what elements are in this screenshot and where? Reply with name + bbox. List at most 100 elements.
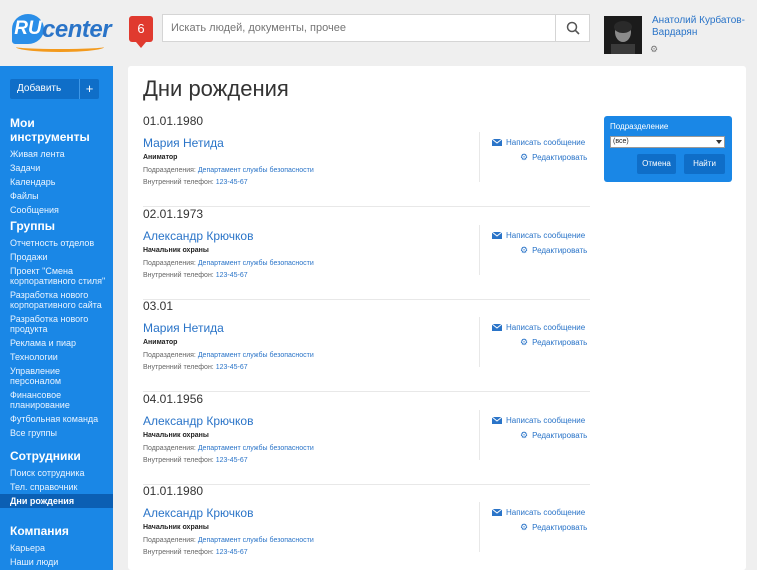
edit-label: Редактировать bbox=[532, 338, 588, 347]
write-message-label: Написать сообщение bbox=[506, 416, 586, 425]
phone-link[interactable]: 123-45-67 bbox=[216, 179, 248, 186]
department-select-value: (все) bbox=[613, 138, 629, 145]
sidebar-item-phonebook[interactable]: Тел. справочник bbox=[10, 480, 113, 494]
write-message-link[interactable]: Написать сообщение bbox=[492, 323, 585, 332]
sidebar-item-employee-search[interactable]: Поиск сотрудника bbox=[10, 466, 113, 480]
phone-link[interactable]: 123-45-67 bbox=[216, 457, 248, 464]
envelope-icon bbox=[492, 417, 502, 424]
birthday-date: 02.01.1973 bbox=[143, 207, 204, 221]
employee-name-link[interactable]: Мария Нетида bbox=[143, 321, 224, 335]
write-message-link[interactable]: Написать сообщение bbox=[492, 508, 585, 517]
write-message-link[interactable]: Написать сообщение bbox=[492, 231, 585, 240]
sidebar-item-group[interactable]: Финансовое планирование bbox=[10, 388, 113, 412]
birthday-card: 04.01.1956 Александр Крючков Начальник о… bbox=[143, 392, 590, 485]
envelope-icon bbox=[492, 232, 502, 239]
dept-link[interactable]: Департамент службы безопасности bbox=[198, 537, 314, 544]
sidebar-item-messages[interactable]: Сообщения bbox=[10, 203, 113, 217]
sidebar-item-group[interactable]: Футбольная команда bbox=[10, 412, 113, 426]
edit-label: Редактировать bbox=[532, 431, 588, 440]
edit-link[interactable]: ⚙ Редактировать bbox=[520, 152, 587, 163]
nav-section-employees: Сотрудники Поиск сотрудника Тел. справоч… bbox=[0, 449, 113, 508]
sidebar-item-group[interactable]: Разработка нового продукта bbox=[10, 312, 113, 336]
write-message-label: Написать сообщение bbox=[506, 323, 586, 332]
phone-link[interactable]: 123-45-67 bbox=[216, 364, 248, 371]
write-message-link[interactable]: Написать сообщение bbox=[492, 138, 585, 147]
find-button[interactable]: Найти bbox=[684, 154, 725, 174]
department-filter: Подразделение (все) Отмена Найти bbox=[604, 116, 732, 182]
employee-phone: Внутренний телефон: 123-45-67 bbox=[143, 549, 248, 556]
envelope-icon bbox=[492, 324, 502, 331]
plus-icon[interactable]: + bbox=[79, 79, 99, 99]
sidebar-item-group[interactable]: Проект "Смена корпоративного стиля" bbox=[10, 264, 113, 288]
sidebar: Добавить + Мои инструменты Живая лента З… bbox=[0, 66, 113, 570]
birthday-date: 03.01 bbox=[143, 299, 174, 313]
phone-link[interactable]: 123-45-67 bbox=[216, 272, 248, 279]
sidebar-item-group[interactable]: Реклама и пиар bbox=[10, 336, 113, 350]
phone-label: Внутренний телефон: bbox=[143, 272, 214, 279]
page-title: Дни рождения bbox=[143, 76, 289, 101]
nav-section-groups: Группы Отчетность отделов Продажи Проект… bbox=[10, 219, 113, 440]
phone-label: Внутренний телефон: bbox=[143, 549, 214, 556]
edit-link[interactable]: ⚙ Редактировать bbox=[520, 337, 587, 348]
edit-link[interactable]: ⚙ Редактировать bbox=[520, 245, 587, 256]
sidebar-item-group[interactable]: Технологии bbox=[10, 350, 113, 364]
employee-role: Начальник охраны bbox=[143, 432, 209, 439]
avatar[interactable] bbox=[604, 16, 642, 54]
add-button[interactable]: Добавить + bbox=[10, 79, 99, 99]
main-content: Дни рождения 01.01.1980 Мария Нетида Ани… bbox=[128, 66, 746, 570]
edit-label: Редактировать bbox=[532, 246, 588, 255]
phone-label: Внутренний телефон: bbox=[143, 457, 214, 464]
phone-link[interactable]: 123-45-67 bbox=[216, 549, 248, 556]
dept-link[interactable]: Департамент службы безопасности bbox=[198, 445, 314, 452]
notification-badge[interactable]: 6 bbox=[129, 16, 153, 48]
birthday-card: 01.01.1980 Мария Нетида Аниматор Подразд… bbox=[143, 114, 590, 207]
settings-gear-icon[interactable]: ⚙ bbox=[650, 44, 658, 55]
employee-role: Начальник охраны bbox=[143, 247, 209, 254]
gear-icon: ⚙ bbox=[520, 522, 529, 532]
search-button[interactable] bbox=[555, 15, 589, 41]
dept-link[interactable]: Департамент службы безопасности bbox=[198, 352, 314, 359]
sidebar-item-our-people[interactable]: Наши люди bbox=[10, 555, 113, 569]
sidebar-item-group[interactable]: Управление персоналом bbox=[10, 364, 113, 388]
employee-dept: Подразделения: Департамент службы безопа… bbox=[143, 537, 314, 544]
add-button-label: Добавить bbox=[17, 83, 62, 94]
search-icon bbox=[566, 21, 580, 35]
employee-name-link[interactable]: Александр Крючков bbox=[143, 229, 253, 243]
sidebar-item-all-groups[interactable]: Все группы bbox=[10, 426, 113, 440]
employee-name-link[interactable]: Александр Крючков bbox=[143, 506, 253, 520]
write-message-link[interactable]: Написать сообщение bbox=[492, 416, 585, 425]
employee-name-link[interactable]: Александр Крючков bbox=[143, 414, 253, 428]
employee-name-link[interactable]: Мария Нетида bbox=[143, 136, 224, 150]
chevron-down-icon bbox=[716, 140, 722, 144]
employee-dept: Подразделения: Департамент службы безопа… bbox=[143, 352, 314, 359]
dept-label: Подразделения: bbox=[143, 260, 196, 267]
dept-link[interactable]: Департамент службы безопасности bbox=[198, 260, 314, 267]
edit-link[interactable]: ⚙ Редактировать bbox=[520, 430, 587, 441]
sidebar-item-birthdays[interactable]: Дни рождения bbox=[0, 494, 113, 508]
search-input[interactable] bbox=[163, 15, 555, 41]
card-divider bbox=[479, 317, 480, 367]
nav-section-title: Группы bbox=[10, 219, 55, 233]
sidebar-item-group[interactable]: Разработка нового корпоративного сайта bbox=[10, 288, 113, 312]
employee-role: Аниматор bbox=[143, 339, 178, 346]
logo[interactable]: RU center bbox=[12, 12, 112, 52]
edit-link[interactable]: ⚙ Редактировать bbox=[520, 522, 587, 533]
sidebar-item-calendar[interactable]: Календарь bbox=[10, 175, 113, 189]
department-select[interactable]: (все) bbox=[610, 136, 725, 148]
employee-dept: Подразделения: Департамент службы безопа… bbox=[143, 167, 314, 174]
card-divider bbox=[479, 502, 480, 552]
employee-role: Начальник охраны bbox=[143, 524, 209, 531]
cancel-button[interactable]: Отмена bbox=[637, 154, 676, 174]
birthday-date: 04.01.1956 bbox=[143, 392, 204, 406]
sidebar-item-tasks[interactable]: Задачи bbox=[10, 161, 113, 175]
sidebar-item-group[interactable]: Продажи bbox=[10, 250, 113, 264]
nav-section-tools: Мои инструменты Живая лента Задачи Кален… bbox=[10, 116, 113, 217]
gear-icon: ⚙ bbox=[520, 337, 529, 347]
dept-link[interactable]: Департамент службы безопасности bbox=[198, 167, 314, 174]
sidebar-item-career[interactable]: Карьера bbox=[10, 541, 113, 555]
sidebar-item-group[interactable]: Отчетность отделов bbox=[10, 236, 113, 250]
sidebar-item-live-feed[interactable]: Живая лента bbox=[10, 147, 113, 161]
sidebar-item-files[interactable]: Файлы bbox=[10, 189, 113, 203]
nav-section-title: Компания bbox=[10, 524, 69, 538]
user-name-link[interactable]: Анатолий Курбатов-Вардарян bbox=[652, 15, 752, 39]
